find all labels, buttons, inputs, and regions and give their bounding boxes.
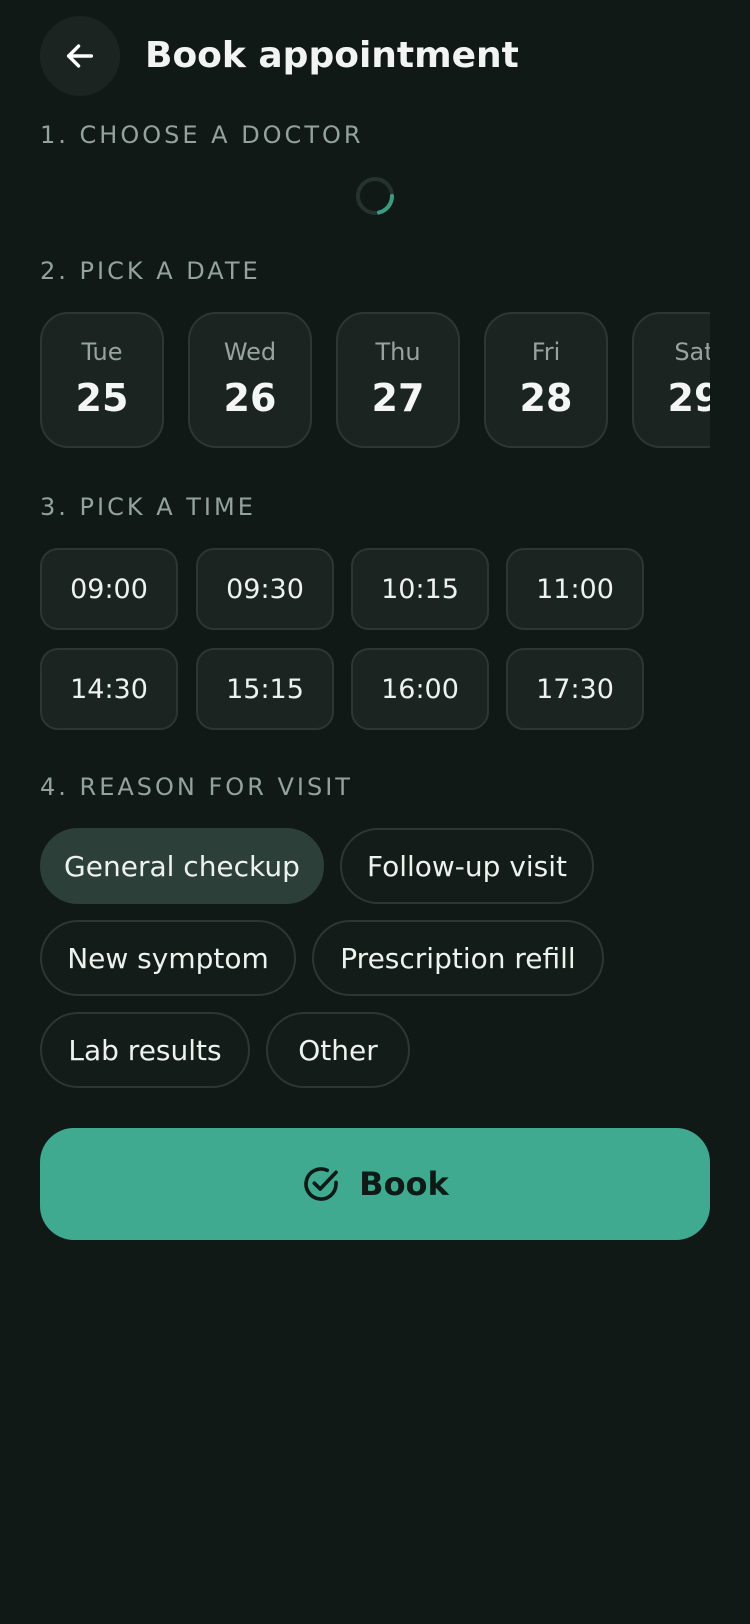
time-slot[interactable]: 15:15 [196, 648, 334, 730]
date-weekday: Fri [531, 338, 561, 366]
loading-spinner-icon [356, 177, 394, 215]
date-day: 27 [371, 376, 425, 420]
date-card-tue[interactable]: Tue 25 [40, 312, 164, 448]
date-card-fri[interactable]: Fri 28 [484, 312, 608, 448]
page-title: Book appointment [145, 35, 519, 76]
reason-chip-general-checkup[interactable]: General checkup [40, 828, 324, 904]
section-label-time: 3. PICK A TIME [40, 493, 256, 521]
book-appointment-screen: Book appointment 1. CHOOSE A DOCTOR 2. P… [0, 0, 750, 1624]
book-button[interactable]: Book [40, 1128, 710, 1240]
date-strip[interactable]: Tue 25 Wed 26 Thu 27 Fri 28 Sat 29 [40, 312, 710, 452]
reason-chip-new-symptom[interactable]: New symptom [40, 920, 296, 996]
date-day: 28 [519, 376, 573, 420]
section-label-reason: 4. REASON FOR VISIT [40, 773, 353, 801]
reason-chip-follow-up-visit[interactable]: Follow-up visit [340, 828, 594, 904]
back-button[interactable] [40, 16, 120, 96]
book-button-label: Book [359, 1165, 449, 1203]
time-slot[interactable]: 17:30 [506, 648, 644, 730]
section-label-date: 2. PICK A DATE [40, 257, 261, 285]
date-weekday: Tue [81, 338, 123, 366]
date-day: 25 [75, 376, 129, 420]
date-card-sat[interactable]: Sat 29 [632, 312, 710, 448]
reason-chip-prescription-refill[interactable]: Prescription refill [312, 920, 604, 996]
date-day: 26 [223, 376, 277, 420]
date-day: 29 [667, 376, 710, 420]
date-card-wed[interactable]: Wed 26 [188, 312, 312, 448]
time-slot[interactable]: 14:30 [40, 648, 178, 730]
check-circle-icon [304, 1167, 339, 1201]
time-slot[interactable]: 11:00 [506, 548, 644, 630]
date-weekday: Wed [223, 338, 277, 366]
time-slot[interactable]: 16:00 [351, 648, 489, 730]
section-label-doctor: 1. CHOOSE A DOCTOR [40, 121, 364, 149]
date-weekday: Thu [375, 338, 421, 366]
date-card-thu[interactable]: Thu 27 [336, 312, 460, 448]
time-slot[interactable]: 09:00 [40, 548, 178, 630]
time-slot[interactable]: 09:30 [196, 548, 334, 630]
date-weekday: Sat [674, 338, 710, 366]
time-slot[interactable]: 10:15 [351, 548, 489, 630]
reason-chip-lab-results[interactable]: Lab results [40, 1012, 250, 1088]
reason-chip-other[interactable]: Other [266, 1012, 410, 1088]
arrow-left-icon [66, 44, 94, 68]
